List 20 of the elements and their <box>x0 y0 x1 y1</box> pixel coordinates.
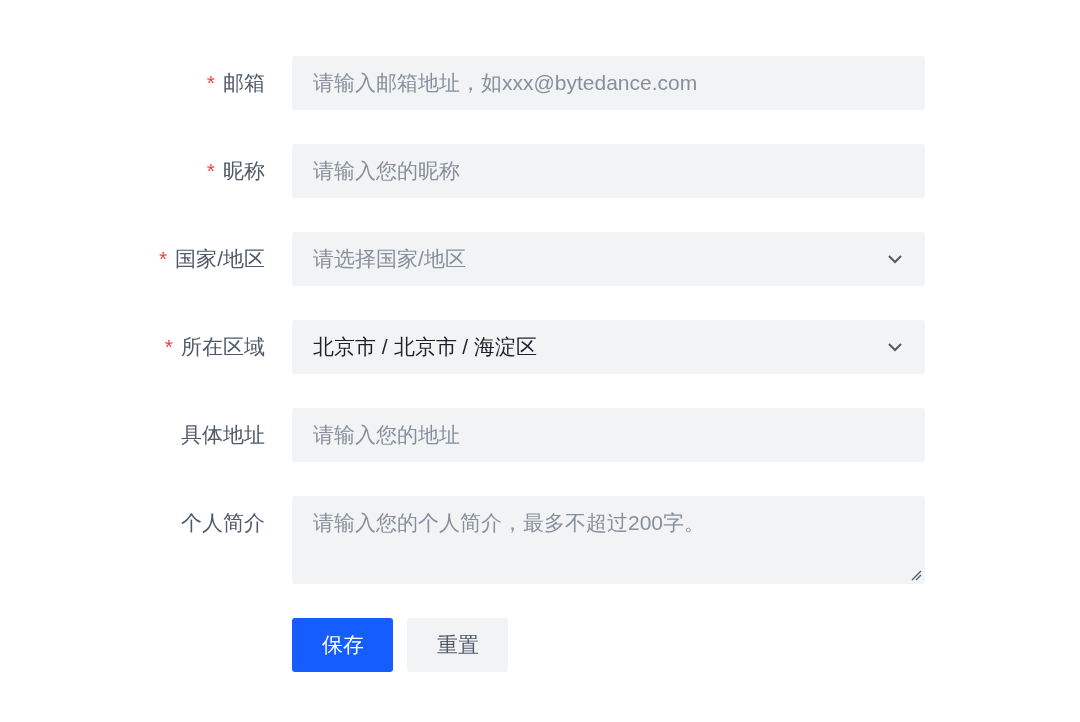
required-mark: * <box>164 335 173 359</box>
required-mark: * <box>158 247 168 271</box>
resize-handle-icon[interactable] <box>911 570 922 581</box>
chevron-down-icon <box>887 342 903 352</box>
field-label: 昵称 <box>223 158 265 184</box>
required-mark: * <box>206 159 215 183</box>
field-label: 国家/地区 <box>175 246 265 272</box>
input-field[interactable]: 请输入您的昵称 <box>292 144 925 198</box>
input-field[interactable]: 请输入邮箱地址，如xxx@bytedance.com <box>292 56 925 110</box>
required-mark: * <box>206 71 215 95</box>
textarea-field[interactable]: 请输入您的个人简介，最多不超过200字。 <box>292 496 925 584</box>
chevron-down-icon <box>887 254 903 264</box>
field-label: 具体地址 <box>181 422 265 448</box>
field-label: 所在区域 <box>181 334 265 360</box>
field-label: 个人简介 <box>181 510 265 536</box>
save-button[interactable]: 保存 <box>292 618 393 672</box>
reset-button[interactable]: 重置 <box>407 618 508 672</box>
field-label: 邮箱 <box>223 70 265 96</box>
select-field[interactable]: 北京市 / 北京市 / 海淀区 <box>292 320 925 374</box>
input-field[interactable]: 请输入您的地址 <box>292 408 925 462</box>
